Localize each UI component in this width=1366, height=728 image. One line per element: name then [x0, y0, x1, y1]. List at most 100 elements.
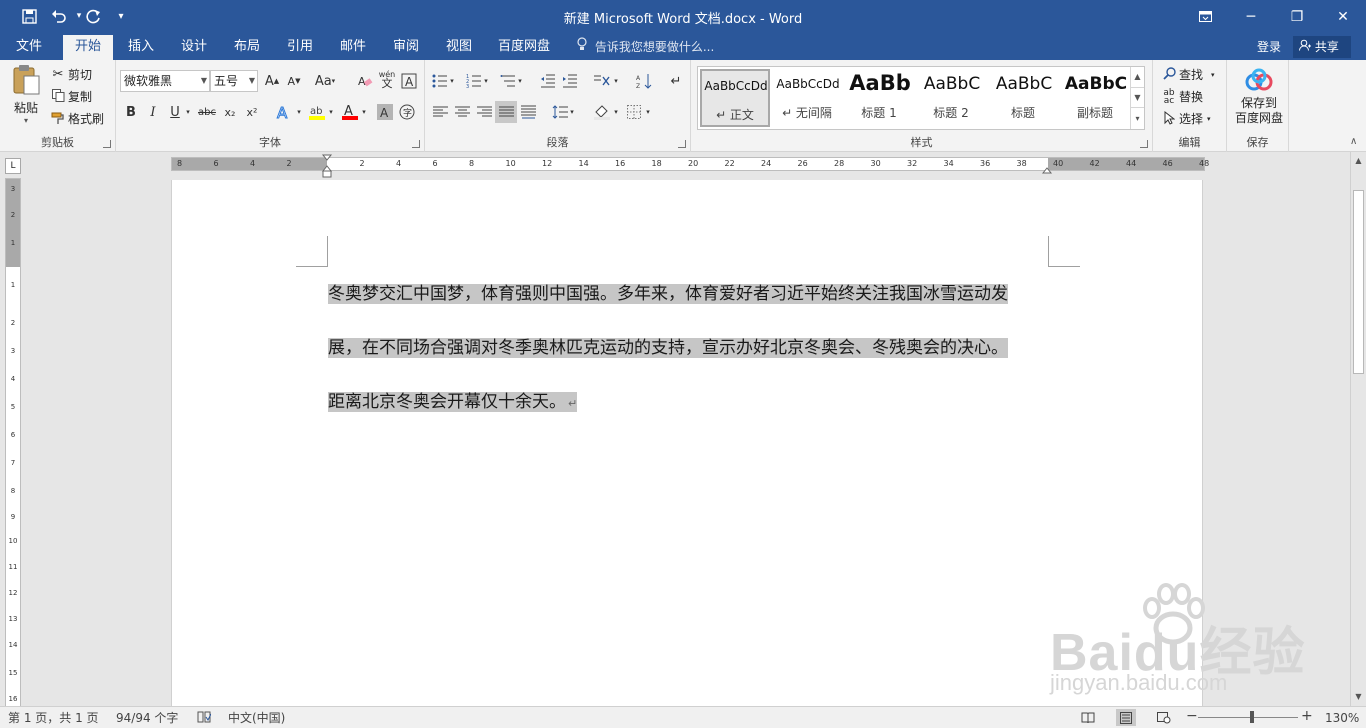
italic-button[interactable]: I [142, 101, 164, 123]
change-case-button[interactable]: Aa ▾ [310, 70, 340, 92]
tab-home[interactable]: 开始 [63, 35, 113, 60]
gallery-scroll-down-icon[interactable]: ▼ [1130, 87, 1144, 107]
decrease-indent-icon[interactable] [537, 70, 559, 92]
scroll-up-icon[interactable]: ▲ [1351, 154, 1366, 168]
collapse-ribbon-icon[interactable]: ∧ [1350, 136, 1357, 147]
superscript-button[interactable]: x² [241, 101, 263, 123]
text-effects-dropdown-icon[interactable]: ▾ [294, 101, 304, 123]
align-center-icon[interactable] [451, 101, 473, 123]
tab-insert[interactable]: 插入 [117, 35, 165, 60]
style-no-spacing[interactable]: AaBbCcDd ↵ 无间隔 [772, 69, 842, 127]
select-button[interactable]: 选择 ▾ [1161, 110, 1211, 127]
selected-text-line[interactable]: 展，在不同场合强调对冬季奥林匹克运动的支持，宣示办好北京冬奥会、冬残奥会的决心。 [328, 338, 1008, 358]
tab-design[interactable]: 设计 [170, 35, 218, 60]
font-color-icon[interactable]: A [339, 101, 361, 123]
language[interactable]: 中文(中国) [228, 710, 285, 726]
font-size-combo[interactable]: 五号 ▼ [210, 70, 258, 92]
highlight-icon[interactable]: ab [306, 101, 328, 123]
zoom-out-icon[interactable]: − [1186, 708, 1198, 724]
read-mode-icon[interactable] [1078, 709, 1098, 726]
tab-view[interactable]: 视图 [435, 35, 483, 60]
tab-selector[interactable]: L [5, 158, 21, 174]
tab-review[interactable]: 审阅 [382, 35, 430, 60]
zoom-level[interactable]: 130% [1325, 710, 1359, 726]
text-effects-icon[interactable]: A [274, 101, 296, 123]
scroll-thumb[interactable] [1353, 190, 1364, 374]
tab-mailings[interactable]: 邮件 [329, 35, 377, 60]
cut-button[interactable]: ✂ 剪切 [50, 66, 92, 83]
gallery-scroll-up-icon[interactable]: ▲ [1130, 67, 1144, 87]
shrink-font-button[interactable]: A ▼ [283, 70, 305, 92]
justify-icon[interactable] [495, 101, 517, 123]
increase-indent-icon[interactable] [559, 70, 581, 92]
distributed-icon[interactable] [517, 101, 539, 123]
numbering-dropdown-icon[interactable]: ▾ [481, 70, 491, 92]
font-launcher-icon[interactable] [412, 140, 420, 148]
login-link[interactable]: 登录 [1257, 37, 1281, 57]
strikethrough-button[interactable]: abc [196, 101, 218, 123]
chinese-layout-icon[interactable] [591, 70, 613, 92]
document-body[interactable]: 冬奥梦交汇中国梦，体育强则中国强。多年来，体育爱好者习近平始终关注我国冰雪运动发… [328, 267, 1048, 431]
gallery-more-icon[interactable]: ▾ [1130, 107, 1144, 129]
zoom-slider-thumb[interactable] [1250, 711, 1254, 723]
phonetic-guide-button[interactable]: wén 文 [376, 68, 398, 90]
minimize-icon[interactable]: ─ [1228, 0, 1274, 33]
bullets-dropdown-icon[interactable]: ▾ [447, 70, 457, 92]
subscript-button[interactable]: x₂ [219, 101, 241, 123]
style-title[interactable]: AaBbC 标题 [988, 69, 1058, 127]
proofing-icon[interactable] [197, 710, 212, 728]
paragraph-launcher-icon[interactable] [678, 140, 686, 148]
save-to-baidu-button[interactable]: 保存到 百度网盘 [1231, 68, 1287, 126]
close-icon[interactable]: ✕ [1320, 0, 1366, 33]
zoom-in-icon[interactable]: + [1301, 708, 1313, 724]
copy-button[interactable]: 复制 [50, 88, 92, 105]
grow-font-button[interactable]: A ▲ [261, 70, 283, 92]
tab-file[interactable]: 文件 [4, 35, 54, 60]
document-page[interactable]: 冬奥梦交汇中国梦，体育强则中国强。多年来，体育爱好者习近平始终关注我国冰雪运动发… [171, 180, 1203, 708]
scroll-down-icon[interactable]: ▼ [1351, 690, 1366, 704]
align-left-icon[interactable] [429, 101, 451, 123]
ribbon-display-options-icon[interactable] [1182, 0, 1228, 33]
shading-icon[interactable] [591, 101, 613, 123]
paste-dropdown-icon[interactable]: ▾ [24, 116, 28, 125]
tell-me-box[interactable]: 告诉我您想要做什么... [577, 37, 714, 57]
chinese-layout-dropdown-icon[interactable]: ▾ [611, 70, 621, 92]
replace-button[interactable]: ab ac 替换 [1161, 88, 1203, 105]
underline-dropdown-icon[interactable]: ▾ [182, 101, 194, 123]
tab-baidu-netdisk[interactable]: 百度网盘 [492, 35, 556, 60]
borders-dropdown-icon[interactable]: ▾ [643, 101, 653, 123]
word-count[interactable]: 94/94 个字 [116, 710, 178, 726]
align-right-icon[interactable] [473, 101, 495, 123]
style-heading-2[interactable]: AaBbC 标题 2 [916, 69, 986, 127]
highlight-dropdown-icon[interactable]: ▾ [326, 101, 336, 123]
character-shading-icon[interactable]: A [374, 101, 396, 123]
font-name-combo[interactable]: 微软雅黑 ▼ [120, 70, 210, 92]
style-normal[interactable]: AaBbCcDd ↵ 正文 [700, 69, 770, 127]
tab-layout[interactable]: 布局 [223, 35, 271, 60]
indent-markers-icon[interactable] [320, 154, 334, 180]
line-spacing-dropdown-icon[interactable]: ▾ [567, 101, 577, 123]
right-indent-marker-icon[interactable] [1041, 164, 1053, 176]
style-heading-1[interactable]: AaBb 标题 1 [844, 69, 914, 127]
selected-text-line[interactable]: 冬奥梦交汇中国梦，体育强则中国强。多年来，体育爱好者习近平始终关注我国冰雪运动发 [328, 284, 1008, 304]
clear-formatting-icon[interactable]: A [354, 70, 376, 92]
multilevel-dropdown-icon[interactable]: ▾ [515, 70, 525, 92]
paste-button[interactable]: 粘贴 ▾ [8, 64, 44, 125]
format-painter-button[interactable]: 格式刷 [50, 110, 104, 127]
page-count[interactable]: 第 1 页，共 1 页 [8, 710, 99, 726]
borders-icon[interactable] [623, 101, 645, 123]
shading-dropdown-icon[interactable]: ▾ [611, 101, 621, 123]
enclose-characters-icon[interactable]: 字 [396, 101, 418, 123]
find-button[interactable]: 查找 ▾ [1161, 66, 1215, 83]
horizontal-ruler[interactable]: 8 6 4 2 2 4 6 8 10 12 14 16 18 20 22 24 26 28 30 32 34 36 38 40… [171, 154, 1209, 178]
web-layout-icon[interactable] [1154, 709, 1174, 726]
tab-references[interactable]: 引用 [276, 35, 324, 60]
print-layout-icon[interactable] [1116, 709, 1136, 726]
character-border-icon[interactable]: A [398, 70, 420, 92]
font-color-dropdown-icon[interactable]: ▾ [359, 101, 369, 123]
bold-button[interactable]: B [120, 101, 142, 123]
share-button[interactable]: 共享 [1293, 36, 1351, 58]
styles-launcher-icon[interactable] [1140, 140, 1148, 148]
vertical-ruler[interactable]: 3 2 1 1 2 3 4 5 6 7 8 9 10 11 12 13 14 15 16 [5, 178, 21, 708]
sort-icon[interactable]: AZ [633, 70, 655, 92]
